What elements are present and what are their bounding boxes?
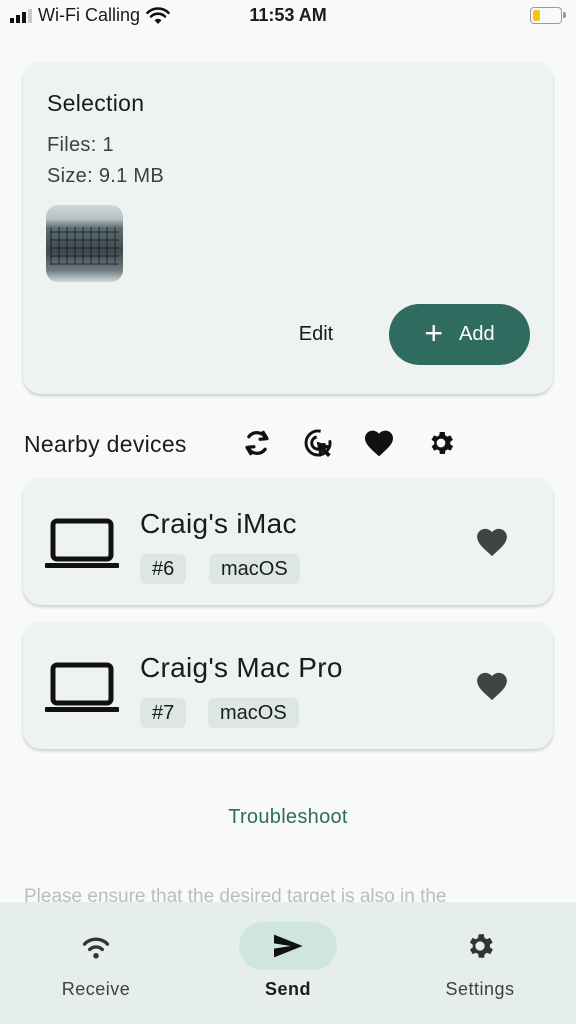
edit-button[interactable]: Edit — [285, 314, 347, 354]
selection-size: Size: 9.1 MB — [47, 165, 164, 187]
selection-files: Files: 1 — [47, 134, 114, 156]
device-card[interactable]: Craig's iMac #6 macOS — [23, 478, 553, 605]
keyboard-photo — [50, 227, 119, 265]
selection-card: Selection Files: 1 Size: 9.1 MB Edit + A… — [23, 62, 553, 394]
nav-label-receive: Receive — [61, 979, 131, 999]
selection-title: Selection — [47, 90, 145, 116]
nearby-devices-title: Nearby devices — [24, 431, 187, 457]
selection-thumbnail[interactable] — [46, 205, 123, 282]
heart-icon[interactable] — [362, 426, 396, 460]
troubleshoot-button[interactable]: Troubleshoot — [0, 806, 576, 829]
nav-item-send[interactable]: Send — [218, 922, 358, 1000]
status-time: 11:53 AM — [249, 5, 327, 25]
nav-item-receive[interactable]: Receive — [26, 922, 166, 1000]
send-icon — [274, 934, 303, 958]
refresh-icon[interactable] — [240, 426, 274, 460]
nav-pill-active — [239, 922, 337, 970]
heart-icon[interactable] — [475, 670, 509, 702]
cursor-click-icon[interactable] — [301, 426, 335, 460]
laptop-icon — [45, 518, 119, 568]
status-bar: Wi-Fi Calling 11:53 AM — [0, 0, 576, 34]
nav-pill — [431, 922, 529, 970]
gear-icon[interactable] — [424, 426, 458, 460]
device-os-chip: macOS — [209, 554, 300, 584]
device-card[interactable]: Craig's Mac Pro #7 macOS — [23, 622, 553, 749]
nav-pill — [47, 922, 145, 970]
plus-icon: + — [424, 315, 444, 351]
nav-item-settings[interactable]: Settings — [410, 922, 550, 1000]
gear-icon — [469, 934, 493, 958]
laptop-icon — [45, 662, 119, 712]
device-id-chip: #7 — [140, 698, 187, 728]
nav-label-send: Send — [264, 979, 311, 999]
battery-nub — [563, 12, 566, 18]
battery-icon — [530, 7, 566, 24]
add-button[interactable]: + Add — [389, 304, 530, 365]
add-button-label: Add — [459, 323, 495, 345]
device-os-chip: macOS — [208, 698, 299, 728]
heart-icon[interactable] — [475, 526, 509, 558]
device-id-chip: #6 — [140, 554, 187, 584]
bottom-nav: Receive Send Settings — [0, 902, 576, 1024]
wifi-icon — [82, 937, 110, 959]
nav-label-settings: Settings — [445, 979, 515, 999]
battery-level — [533, 10, 540, 21]
device-name: Craig's iMac — [140, 508, 297, 539]
device-name: Craig's Mac Pro — [140, 652, 343, 683]
